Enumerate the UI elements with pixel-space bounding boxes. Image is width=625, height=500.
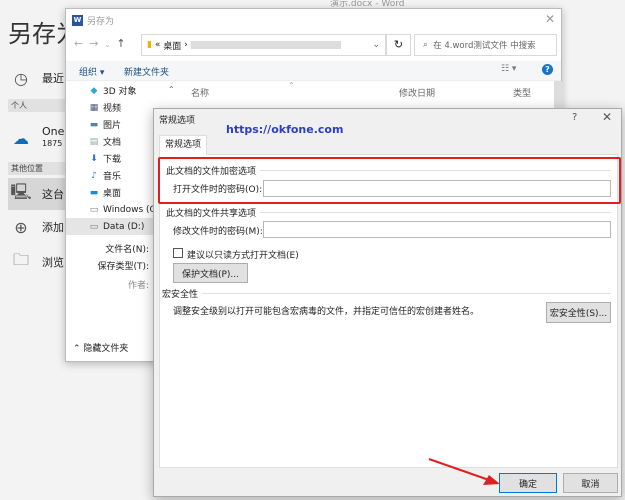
3d-objects-icon: ◆ — [90, 85, 98, 96]
drive-icon: ▭ — [89, 221, 99, 232]
nav-recent[interactable]: ◷ 最近 — [8, 64, 68, 92]
video-icon: ▦ — [89, 102, 99, 113]
nav-label: 添加 — [42, 221, 64, 234]
readonly-checkbox[interactable] — [173, 248, 183, 258]
nav-label: 音乐 — [103, 172, 122, 182]
column-type[interactable]: 类型 — [513, 86, 531, 99]
hide-folders-button[interactable]: ⌃ 隐藏文件夹 — [73, 341, 128, 354]
section-personal: 个人 — [8, 99, 68, 112]
search-placeholder: 在 4.word测试文件 中搜索 — [433, 41, 536, 51]
modify-password-input[interactable] — [263, 221, 611, 238]
back-icon[interactable]: ← — [74, 37, 89, 50]
cloud-icon: ☁ — [13, 128, 29, 148]
nav-browse[interactable]: 🗀 浏览 — [8, 248, 68, 276]
nav-3d[interactable]: ◆ 3D 对象 — [88, 83, 137, 98]
close-icon[interactable]: ✕ — [545, 12, 555, 26]
drive-icon: ▭ — [89, 204, 99, 215]
filename-label: 文件名(N): — [105, 245, 149, 255]
clock-icon: ◷ — [14, 68, 28, 88]
help-icon[interactable]: ? — [542, 64, 553, 75]
new-folder-button[interactable]: 新建文件夹 — [124, 65, 169, 78]
nav-this-pc[interactable]: 🖳 这台 — [8, 178, 68, 210]
nav-arrows[interactable]: ←→⌄↑ — [74, 37, 132, 50]
tab-general[interactable]: 常规选项 — [159, 135, 207, 155]
nav-label: 浏览 — [42, 256, 64, 269]
view-options-icon[interactable]: ☷ ▾ — [501, 64, 516, 74]
documents-icon: ▤ — [89, 136, 99, 147]
column-modified[interactable]: 修改日期 — [399, 86, 435, 99]
computer-icon: 🖳 — [10, 181, 32, 201]
folder-icon: ▮ — [147, 40, 152, 50]
nav-video[interactable]: ▦ 视频 — [88, 100, 121, 115]
macro-description: 调整安全级别以打开可能包含宏病毒的文件，并指定可信任的宏创建者姓名。 — [173, 307, 480, 317]
downloads-icon: ⬇ — [90, 153, 98, 164]
nav-label: Data (D:) — [103, 221, 145, 232]
search-icon: ⌕ — [423, 40, 428, 50]
up-icon[interactable]: ↑ — [116, 37, 131, 50]
nav-label: 视频 — [103, 104, 122, 114]
macro-security-button[interactable]: 宏安全性(S)... — [546, 302, 611, 323]
general-options-dialog: 常规选项 ? ✕ https://okfone.com 常规选项 此文档的文件加… — [153, 108, 622, 497]
forward-icon[interactable]: → — [89, 37, 104, 50]
nav-sublabel: 1875 — [42, 139, 63, 148]
protect-document-button[interactable]: 保护文档(P)... — [173, 263, 248, 283]
nav-label: 下载 — [103, 155, 122, 165]
nav-label: 图片 — [103, 121, 122, 131]
nav-onedrive[interactable]: ☁ One 1875 — [8, 124, 68, 152]
scroll-up-icon[interactable]: ⌃ — [168, 85, 175, 94]
globe-add-icon: ⊕ — [14, 217, 28, 237]
address-bar[interactable]: ▮ « 桌面 › ⌄ — [141, 34, 386, 56]
cancel-button[interactable]: 取消 — [563, 473, 618, 493]
nav-label: 最近 — [42, 72, 64, 85]
nav-label: One — [42, 125, 65, 138]
organize-menu[interactable]: 组织 ▾ — [79, 65, 104, 78]
title-bar: W 另存为 — [66, 9, 561, 31]
nav-label: 桌面 — [103, 189, 122, 199]
readonly-label[interactable]: 建议以只读方式打开文档(E) — [187, 248, 299, 261]
pictures-icon: ▬ — [89, 119, 99, 130]
close-icon[interactable]: ✕ — [602, 110, 612, 124]
chevron-up-icon: ⌃ — [73, 344, 81, 354]
dialog-title: 另存为 — [87, 16, 115, 27]
savetype-label: 保存类型(T): — [97, 262, 149, 272]
folder-icon: 🗀 — [12, 249, 29, 269]
scrollbar[interactable] — [554, 81, 563, 111]
nav-music[interactable]: ♪ 音乐 — [88, 168, 121, 183]
red-arrow-annotation — [428, 458, 500, 485]
macro-section-label: 宏安全性 — [162, 287, 611, 300]
nav-label: 3D 对象 — [103, 87, 137, 97]
nav-downloads[interactable]: ⬇ 下载 — [88, 151, 121, 166]
column-name[interactable]: 名称 — [191, 86, 209, 99]
nav-label: 文档 — [103, 138, 122, 148]
music-icon: ♪ — [91, 170, 97, 181]
section-other: 其他位置 — [8, 162, 68, 175]
search-input[interactable]: ⌕ 在 4.word测试文件 中搜索 — [414, 34, 557, 56]
share-section-label: 此文档的文件共享选项 — [166, 206, 611, 219]
ok-button[interactable]: 确定 — [499, 473, 557, 493]
modify-password-label: 修改文件时的密码(M): — [173, 227, 263, 237]
refresh-icon[interactable]: ↻ — [386, 34, 411, 56]
nav-add-place[interactable]: ⊕ 添加 — [8, 213, 68, 241]
chevron-down-icon[interactable]: ⌄ — [104, 41, 116, 49]
hide-folders-label: 隐藏文件夹 — [83, 344, 129, 354]
desktop-icon: ▬ — [89, 187, 99, 198]
nav-drive-c[interactable]: ▭ Windows (C:) — [88, 202, 163, 217]
author-label: 作者: — [127, 281, 149, 291]
watermark-url: https://okfone.com — [226, 123, 344, 136]
highlight-box — [158, 157, 621, 204]
sort-icon: ⌃ — [288, 81, 295, 90]
dialog-title: 常规选项 — [159, 116, 196, 126]
path-segment[interactable]: 桌面 — [163, 39, 181, 52]
nav-documents[interactable]: ▤ 文档 — [88, 134, 121, 149]
word-icon: W — [72, 14, 83, 26]
nav-label: 这台 — [42, 188, 64, 201]
nav-pictures[interactable]: ▬ 图片 — [88, 117, 121, 132]
help-button[interactable]: ? — [572, 112, 577, 123]
nav-desktop[interactable]: ▬ 桌面 — [88, 185, 121, 200]
